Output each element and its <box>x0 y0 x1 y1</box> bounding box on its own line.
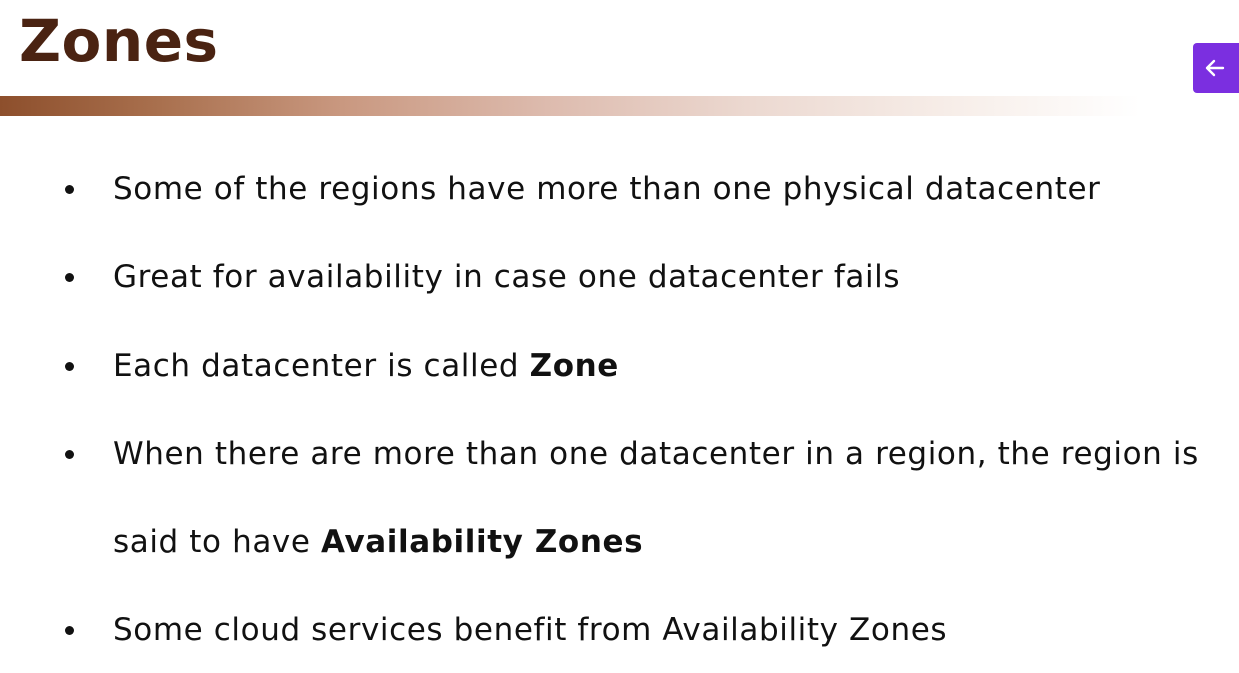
bullet-continuation: said to have Availability Zones <box>113 524 644 560</box>
bullet-item: When there are more than one datacenter … <box>0 432 1239 560</box>
bold-term-zone: Zone <box>529 348 619 384</box>
back-button[interactable] <box>1193 43 1239 93</box>
bullet-dot <box>65 626 74 635</box>
bullet-text: Each datacenter is called Zone <box>113 348 619 384</box>
title-accent-bar <box>0 96 1140 116</box>
bullet-text: When there are more than one datacenter … <box>113 436 1199 472</box>
bullet-item: Great for availability in case one datac… <box>0 255 1239 299</box>
bullet-item: Each datacenter is called Zone <box>0 344 1239 388</box>
bullet-dot <box>65 273 74 282</box>
bullet-item: Some of the regions have more than one p… <box>0 167 1239 211</box>
bullet-text: Some of the regions have more than one p… <box>113 171 1101 207</box>
bullet-item: Some cloud services benefit from Availab… <box>0 608 1239 652</box>
bold-term-availability-zones: Availability Zones <box>320 524 644 560</box>
slide-title: Zones <box>19 7 219 75</box>
bullet-dot <box>65 362 74 371</box>
bullet-dot <box>65 185 74 194</box>
arrow-left-icon <box>1205 59 1225 77</box>
bullet-text: Some cloud services benefit from Availab… <box>113 612 948 648</box>
bullet-dot <box>65 450 74 459</box>
bullet-text: Great for availability in case one datac… <box>113 259 901 295</box>
